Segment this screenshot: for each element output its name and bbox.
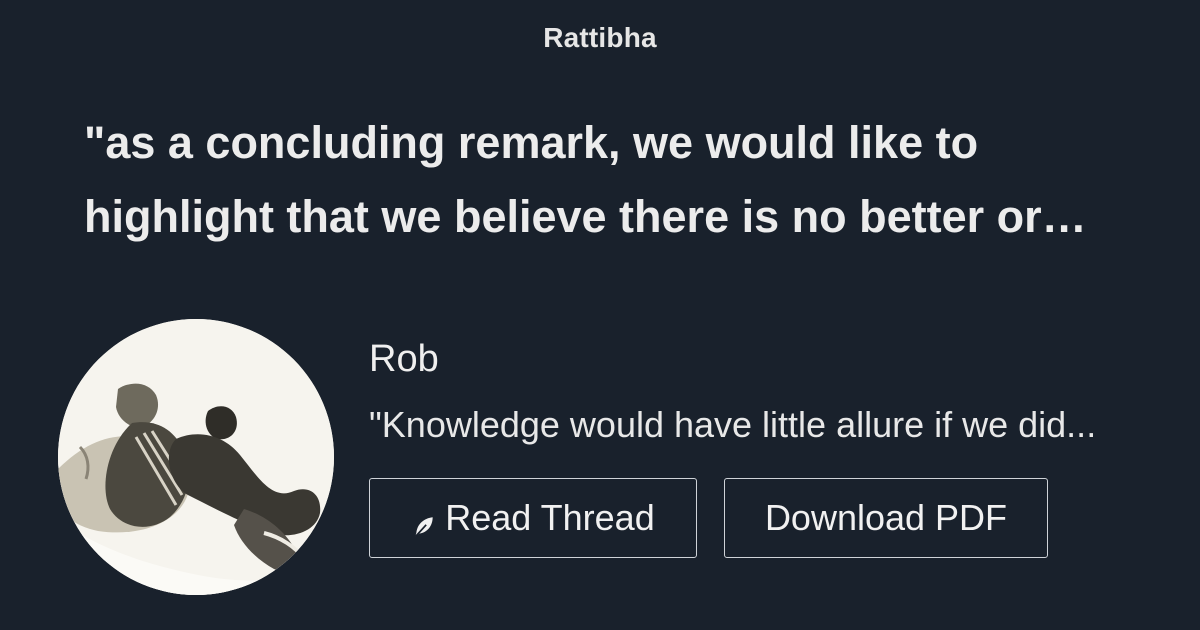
brand-name: Rattibha — [543, 22, 657, 53]
author-name: Rob — [369, 338, 439, 380]
avatar — [58, 319, 334, 595]
avatar-photo — [58, 319, 334, 595]
author-bio: "Knowledge would have little allure if w… — [369, 404, 1097, 445]
download-pdf-label: Download PDF — [764, 497, 1008, 538]
read-thread-label: Read Thread — [445, 497, 655, 538]
feather-icon — [411, 507, 437, 538]
thread-headline: "as a concluding remark, we would like t… — [84, 117, 1087, 242]
read-thread-button[interactable]: Read Thread — [369, 478, 697, 558]
download-pdf-button[interactable]: Download PDF — [724, 478, 1048, 558]
